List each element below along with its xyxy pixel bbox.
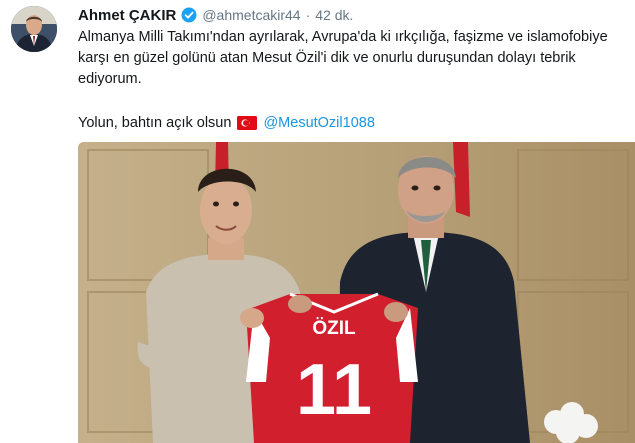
closing-text: Yolun, bahtın açık olsun <box>78 114 232 131</box>
separator-dot: · <box>305 7 311 23</box>
timestamp[interactable]: 42 dk. <box>315 7 353 23</box>
turkish-flag-icon <box>237 115 258 130</box>
avatar[interactable] <box>11 6 57 52</box>
jersey-name-text: ÖZIL <box>312 318 356 339</box>
display-name[interactable]: Ahmet ÇAKIR <box>78 7 176 24</box>
profile-photo-icon <box>11 6 57 52</box>
tweet-closing-line: Yolun, bahtın açık olsun @MesutOzil1088 <box>78 112 375 133</box>
tweet: Ahmet ÇAKIR @ahmetcakir44 · 42 dk. Alman… <box>0 0 635 443</box>
tweet-text: Almanya Milli Takımı'ndan ayrılarak, Avr… <box>78 27 628 90</box>
photo-image: ÖZIL 11 <box>78 142 635 443</box>
tweet-text-line: Almanya Milli Takımı'ndan ayrılarak, Avr… <box>78 29 608 45</box>
verified-badge-icon <box>181 7 197 23</box>
tweet-text-line: karşı en güzel golünü atan Mesut Özil'i … <box>78 50 576 66</box>
jersey-number-text: 11 <box>296 350 372 430</box>
tweet-photo[interactable]: ÖZIL 11 <box>78 142 635 443</box>
tweet-text-line: ediyorum. <box>78 71 142 87</box>
tweet-header: Ahmet ÇAKIR @ahmetcakir44 · 42 dk. <box>78 4 353 26</box>
user-handle[interactable]: @ahmetcakir44 <box>202 7 300 23</box>
mention-link[interactable]: @MesutOzil1088 <box>263 115 374 131</box>
